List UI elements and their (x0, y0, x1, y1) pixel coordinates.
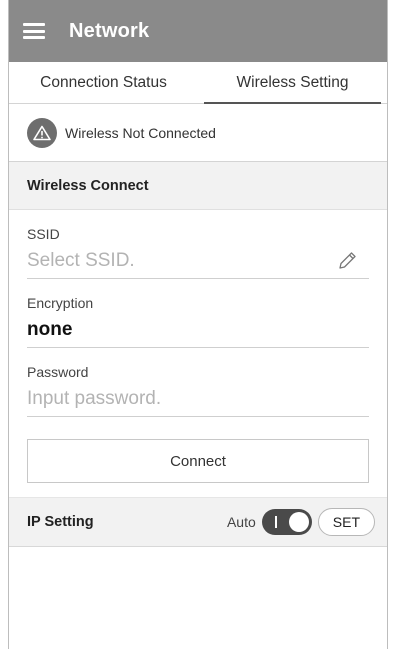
page-title: Network (69, 19, 150, 42)
tab-bar: Connection Status Wireless Setting (9, 62, 387, 104)
hamburger-menu-icon[interactable] (23, 23, 45, 39)
ip-setting-row: IP Setting Auto SET (9, 497, 387, 547)
connect-button[interactable]: Connect (27, 439, 369, 483)
wireless-connect-header: Wireless Connect (9, 162, 387, 210)
tab-connection-status[interactable]: Connection Status (9, 62, 198, 103)
password-label: Password (27, 364, 89, 380)
password-field: Password Input password. (9, 364, 387, 417)
set-button[interactable]: SET (317, 508, 375, 536)
auto-label: Auto (226, 514, 256, 530)
ssid-placeholder: Select SSID. (27, 250, 135, 271)
network-screen: Network Connection Status Wireless Setti… (8, 0, 388, 649)
auto-ip-toggle[interactable] (261, 509, 312, 535)
pencil-icon[interactable] (335, 249, 359, 273)
app-bar: Network (9, 0, 387, 62)
encryption-value: none (27, 319, 73, 340)
ip-setting-title: IP Setting (27, 514, 94, 530)
ssid-field: SSID Select SSID. (9, 226, 387, 279)
encryption-field: Encryption none (9, 295, 387, 348)
password-placeholder: Input password. (27, 388, 162, 409)
ssid-label: SSID (27, 226, 60, 242)
ssid-input[interactable]: Select SSID. (27, 244, 369, 279)
status-text: Wireless Not Connected (65, 124, 216, 141)
encryption-select[interactable]: none (27, 313, 369, 348)
password-input[interactable]: Input password. (27, 382, 369, 417)
warning-icon (27, 117, 57, 148)
tab-wireless-setting[interactable]: Wireless Setting (198, 62, 387, 104)
connection-status-row: Wireless Not Connected (9, 104, 387, 162)
encryption-label: Encryption (27, 295, 94, 311)
